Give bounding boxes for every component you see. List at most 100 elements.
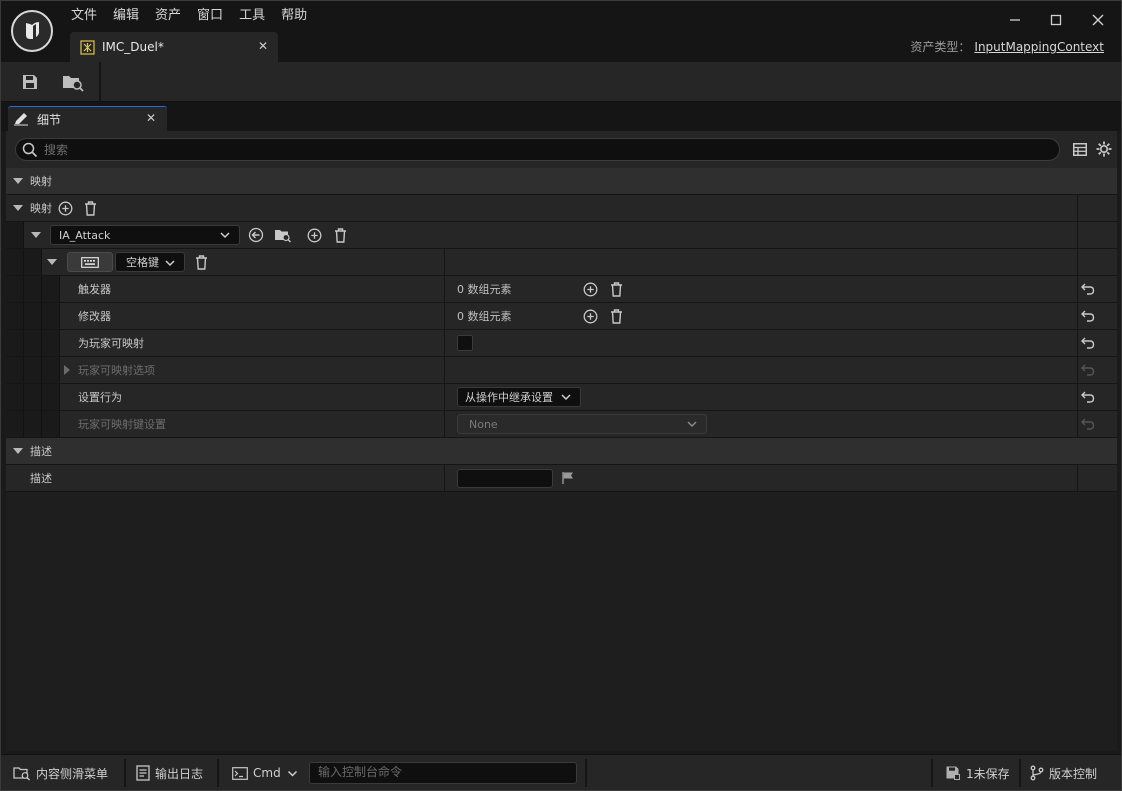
player-mappable-options-row: 玩家可映射选项 bbox=[6, 357, 1117, 384]
pencil-icon bbox=[14, 113, 28, 126]
status-bar: 内容侧滑菜单 输出日志 Cmd 1未保存 版本控制 bbox=[1, 754, 1121, 790]
reset-to-default-icon bbox=[1080, 362, 1096, 378]
browse-folder-icon bbox=[63, 76, 84, 92]
close-window-button[interactable] bbox=[1087, 10, 1109, 30]
browse-folder-icon[interactable] bbox=[274, 227, 292, 243]
setting-behavior-select[interactable]: 从操作中继承设置 bbox=[457, 387, 581, 407]
asset-type-label: 资产类型： bbox=[910, 40, 971, 54]
save-icon bbox=[23, 75, 37, 89]
close-tab-icon[interactable]: ✕ bbox=[258, 39, 268, 53]
cmd-select[interactable]: Cmd bbox=[232, 755, 298, 791]
toolbar bbox=[1, 62, 1121, 102]
collapse-arrow-icon[interactable] bbox=[31, 232, 41, 238]
collapse-arrow-icon[interactable] bbox=[47, 259, 57, 265]
delete-icon[interactable] bbox=[332, 227, 348, 243]
output-log-label: 输出日志 bbox=[155, 766, 204, 781]
chevron-down-icon bbox=[165, 260, 175, 267]
details-tab[interactable]: 细节 ✕ bbox=[8, 106, 167, 131]
source-control-icon bbox=[1030, 765, 1044, 781]
save-button[interactable] bbox=[17, 70, 43, 94]
menu-file[interactable]: 文件 bbox=[63, 5, 105, 27]
category-mappings[interactable]: 映射 bbox=[6, 168, 1117, 195]
chevron-down-icon bbox=[561, 394, 571, 401]
close-details-icon[interactable]: ✕ bbox=[146, 111, 156, 125]
delete-icon[interactable] bbox=[608, 281, 624, 297]
delete-icon[interactable] bbox=[608, 308, 624, 324]
key-select-value: 空格键 bbox=[126, 256, 159, 269]
reset-to-default-icon[interactable] bbox=[1080, 335, 1096, 351]
table-view-icon[interactable] bbox=[1072, 141, 1088, 157]
search-input[interactable] bbox=[44, 141, 1044, 159]
action-select-value: IA_Attack bbox=[59, 228, 111, 242]
setting-behavior-value: 从操作中继承设置 bbox=[465, 391, 553, 404]
settings-gear-icon[interactable] bbox=[1096, 141, 1112, 157]
document-tab[interactable]: IMC_Duel* ✕ bbox=[70, 32, 278, 62]
action-mapping-row: IA_Attack bbox=[6, 222, 1117, 249]
asset-type-link[interactable]: InputMappingContext bbox=[974, 40, 1104, 54]
browse-asset-button[interactable] bbox=[60, 70, 86, 94]
chevron-down-icon bbox=[687, 421, 697, 428]
collapse-arrow-icon[interactable] bbox=[13, 178, 23, 184]
category-description-label: 描述 bbox=[30, 445, 52, 458]
delete-icon[interactable] bbox=[82, 200, 98, 216]
search-icon bbox=[22, 142, 38, 158]
menu-bar: 文件 编辑 资产 窗口 工具 帮助 bbox=[63, 5, 315, 27]
triggers-label: 触发器 bbox=[78, 283, 111, 296]
player-mappable-row: 为玩家可映射 bbox=[6, 330, 1117, 357]
player-mappable-label: 为玩家可映射 bbox=[78, 337, 144, 350]
category-description[interactable]: 描述 bbox=[6, 438, 1117, 465]
key-capture-button[interactable] bbox=[67, 252, 113, 272]
output-log-button[interactable]: 输出日志 bbox=[136, 755, 203, 791]
delete-icon[interactable] bbox=[193, 254, 209, 270]
player-mappable-key-settings-row: 玩家可映射键设置 None bbox=[6, 411, 1117, 438]
setting-behavior-row: 设置行为 从操作中继承设置 bbox=[6, 384, 1117, 411]
unsaved-button[interactable]: 1未保存 bbox=[945, 755, 1010, 791]
add-element-icon[interactable] bbox=[582, 308, 598, 324]
use-selected-icon[interactable] bbox=[248, 227, 264, 243]
reset-to-default-icon[interactable] bbox=[1080, 281, 1096, 297]
unsaved-label: 1未保存 bbox=[966, 766, 1010, 781]
modifiers-label: 修改器 bbox=[78, 310, 111, 323]
player-mappable-options-label: 玩家可映射选项 bbox=[78, 364, 155, 377]
collapse-arrow-icon[interactable] bbox=[13, 448, 23, 454]
expand-arrow-icon[interactable] bbox=[64, 365, 70, 375]
modifiers-value: 0 数组元素 bbox=[457, 310, 512, 323]
content-drawer-label: 内容侧滑菜单 bbox=[36, 766, 109, 781]
source-control-button[interactable]: 版本控制 bbox=[1030, 755, 1097, 791]
unreal-logo-icon[interactable] bbox=[11, 10, 53, 52]
add-element-icon[interactable] bbox=[306, 227, 322, 243]
reset-to-default-icon bbox=[1080, 416, 1096, 432]
menu-help[interactable]: 帮助 bbox=[273, 5, 315, 27]
player-mappable-key-settings-value: None bbox=[469, 417, 498, 431]
minimize-button[interactable] bbox=[1004, 10, 1026, 30]
menu-asset[interactable]: 资产 bbox=[147, 5, 189, 27]
action-select[interactable]: IA_Attack bbox=[50, 225, 240, 245]
console-icon bbox=[232, 766, 248, 780]
content-drawer-button[interactable]: 内容侧滑菜单 bbox=[13, 755, 108, 791]
description-input[interactable] bbox=[457, 468, 553, 488]
toolbar-separator bbox=[99, 62, 101, 102]
menu-tools[interactable]: 工具 bbox=[231, 5, 273, 27]
menu-edit[interactable]: 编辑 bbox=[105, 5, 147, 27]
search-box bbox=[15, 138, 1060, 161]
collapse-arrow-icon[interactable] bbox=[13, 205, 23, 211]
reset-to-default-icon[interactable] bbox=[1080, 389, 1096, 405]
console-input[interactable] bbox=[318, 765, 568, 779]
console-box bbox=[309, 762, 577, 784]
category-mappings-label: 映射 bbox=[30, 175, 52, 188]
localization-flag-icon[interactable] bbox=[561, 471, 575, 485]
description-label: 描述 bbox=[30, 472, 52, 485]
maximize-button[interactable] bbox=[1045, 10, 1067, 30]
add-element-icon[interactable] bbox=[582, 281, 598, 297]
source-control-label: 版本控制 bbox=[1049, 766, 1098, 781]
cmd-label: Cmd bbox=[253, 766, 281, 780]
player-mappable-key-settings-select: None bbox=[457, 414, 707, 434]
content-drawer-icon bbox=[13, 767, 30, 781]
key-select[interactable]: 空格键 bbox=[115, 252, 185, 272]
asset-type: 资产类型： InputMappingContext bbox=[910, 38, 1104, 55]
add-element-icon[interactable] bbox=[57, 200, 73, 216]
player-mappable-checkbox[interactable] bbox=[457, 335, 473, 351]
reset-to-default-icon[interactable] bbox=[1080, 308, 1096, 324]
menu-window[interactable]: 窗口 bbox=[189, 5, 231, 27]
chevron-down-icon bbox=[287, 770, 297, 777]
